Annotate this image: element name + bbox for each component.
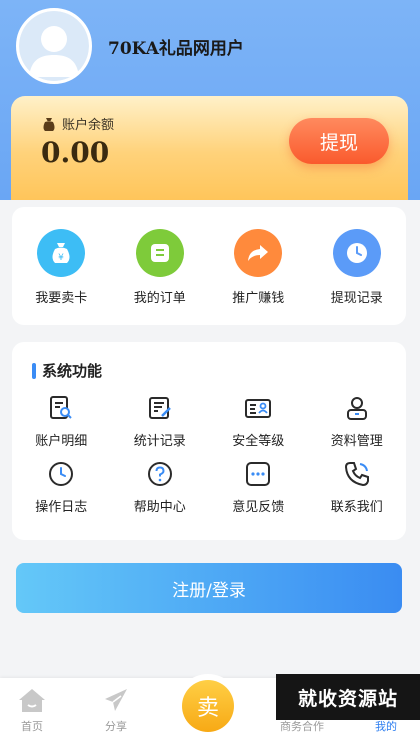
share-plane-icon [105,689,127,711]
money-bag-icon [43,117,55,131]
share-arrow-icon [234,229,283,277]
withdraw-button[interactable]: 提现 [289,118,389,164]
avatar[interactable] [16,8,92,84]
quick-label: 我的订单 [133,291,186,306]
system-functions-card: 系统功能 账户明细 统计记录 安全等级 资料管理 操作日志 帮助中心 意见反馈 … [12,342,406,540]
sell-button[interactable]: 卖 [182,680,234,732]
quick-item-promote[interactable]: 推广赚钱 [209,229,308,306]
sys-item-operation-log[interactable]: 操作日志 [12,460,111,526]
clock-log-icon [49,462,74,486]
tab-share[interactable]: 分享 [76,678,156,746]
sys-label: 资料管理 [330,434,383,449]
balance-label: 账户余额 [62,118,115,133]
order-list-icon [135,229,184,277]
user-profile-icon [346,397,367,420]
help-icon [147,462,172,486]
sys-label: 安全等级 [232,434,285,449]
sys-label: 操作日志 [35,500,88,515]
tab-label: 我的 [375,720,397,733]
username: 70KA礼品网用户 [108,39,244,59]
sys-label: 联系我们 [330,500,383,515]
sys-item-help-center[interactable]: 帮助中心 [111,460,210,526]
register-login-button[interactable]: 注册/登录 [16,563,402,613]
account-detail-icon [50,396,72,419]
clock-icon [332,229,381,277]
quick-actions-card: ¥ 我要卖卡 我的订单 推广赚钱 提现记录 [12,207,406,325]
watermark: 就收资源站 [276,674,420,720]
sys-label: 账户明细 [35,434,88,449]
quick-label: 提现记录 [330,291,383,306]
quick-item-withdraw-records[interactable]: 提现记录 [308,229,407,306]
tab-label: 首页 [21,720,43,733]
sys-label: 意见反馈 [232,500,285,515]
quick-label: 我要卖卡 [35,291,88,306]
balance-card: 账户余额 0.00 提现 [11,96,408,200]
balance-value: 0.00 [41,136,110,169]
money-bag-icon: ¥ [37,229,86,277]
home-icon [19,689,45,712]
quick-label: 推广赚钱 [232,291,285,306]
sys-label: 统计记录 [133,434,186,449]
quick-item-sell-card[interactable]: ¥ 我要卖卡 [12,229,111,306]
tab-label: 商务合作 [280,720,324,733]
statistics-icon [148,397,171,419]
svg-text:¥: ¥ [58,253,64,263]
tab-label: 分享 [105,720,127,733]
sys-item-security-level[interactable]: 安全等级 [209,394,308,460]
id-card-icon [245,399,272,418]
feedback-icon [246,462,271,486]
sys-item-contact-us[interactable]: 联系我们 [308,460,407,526]
tab-home[interactable]: 首页 [0,678,72,746]
title-accent-bar [32,362,36,379]
phone-icon [344,462,369,487]
sys-label: 帮助中心 [133,500,186,515]
section-title: 系统功能 [42,362,103,380]
sys-item-statistics[interactable]: 统计记录 [111,394,210,460]
sys-item-feedback[interactable]: 意见反馈 [209,460,308,526]
quick-item-my-orders[interactable]: 我的订单 [111,229,210,306]
user-avatar-icon [29,26,79,77]
sys-item-profile-management[interactable]: 资料管理 [308,394,407,460]
sys-item-account-detail[interactable]: 账户明细 [12,394,111,460]
